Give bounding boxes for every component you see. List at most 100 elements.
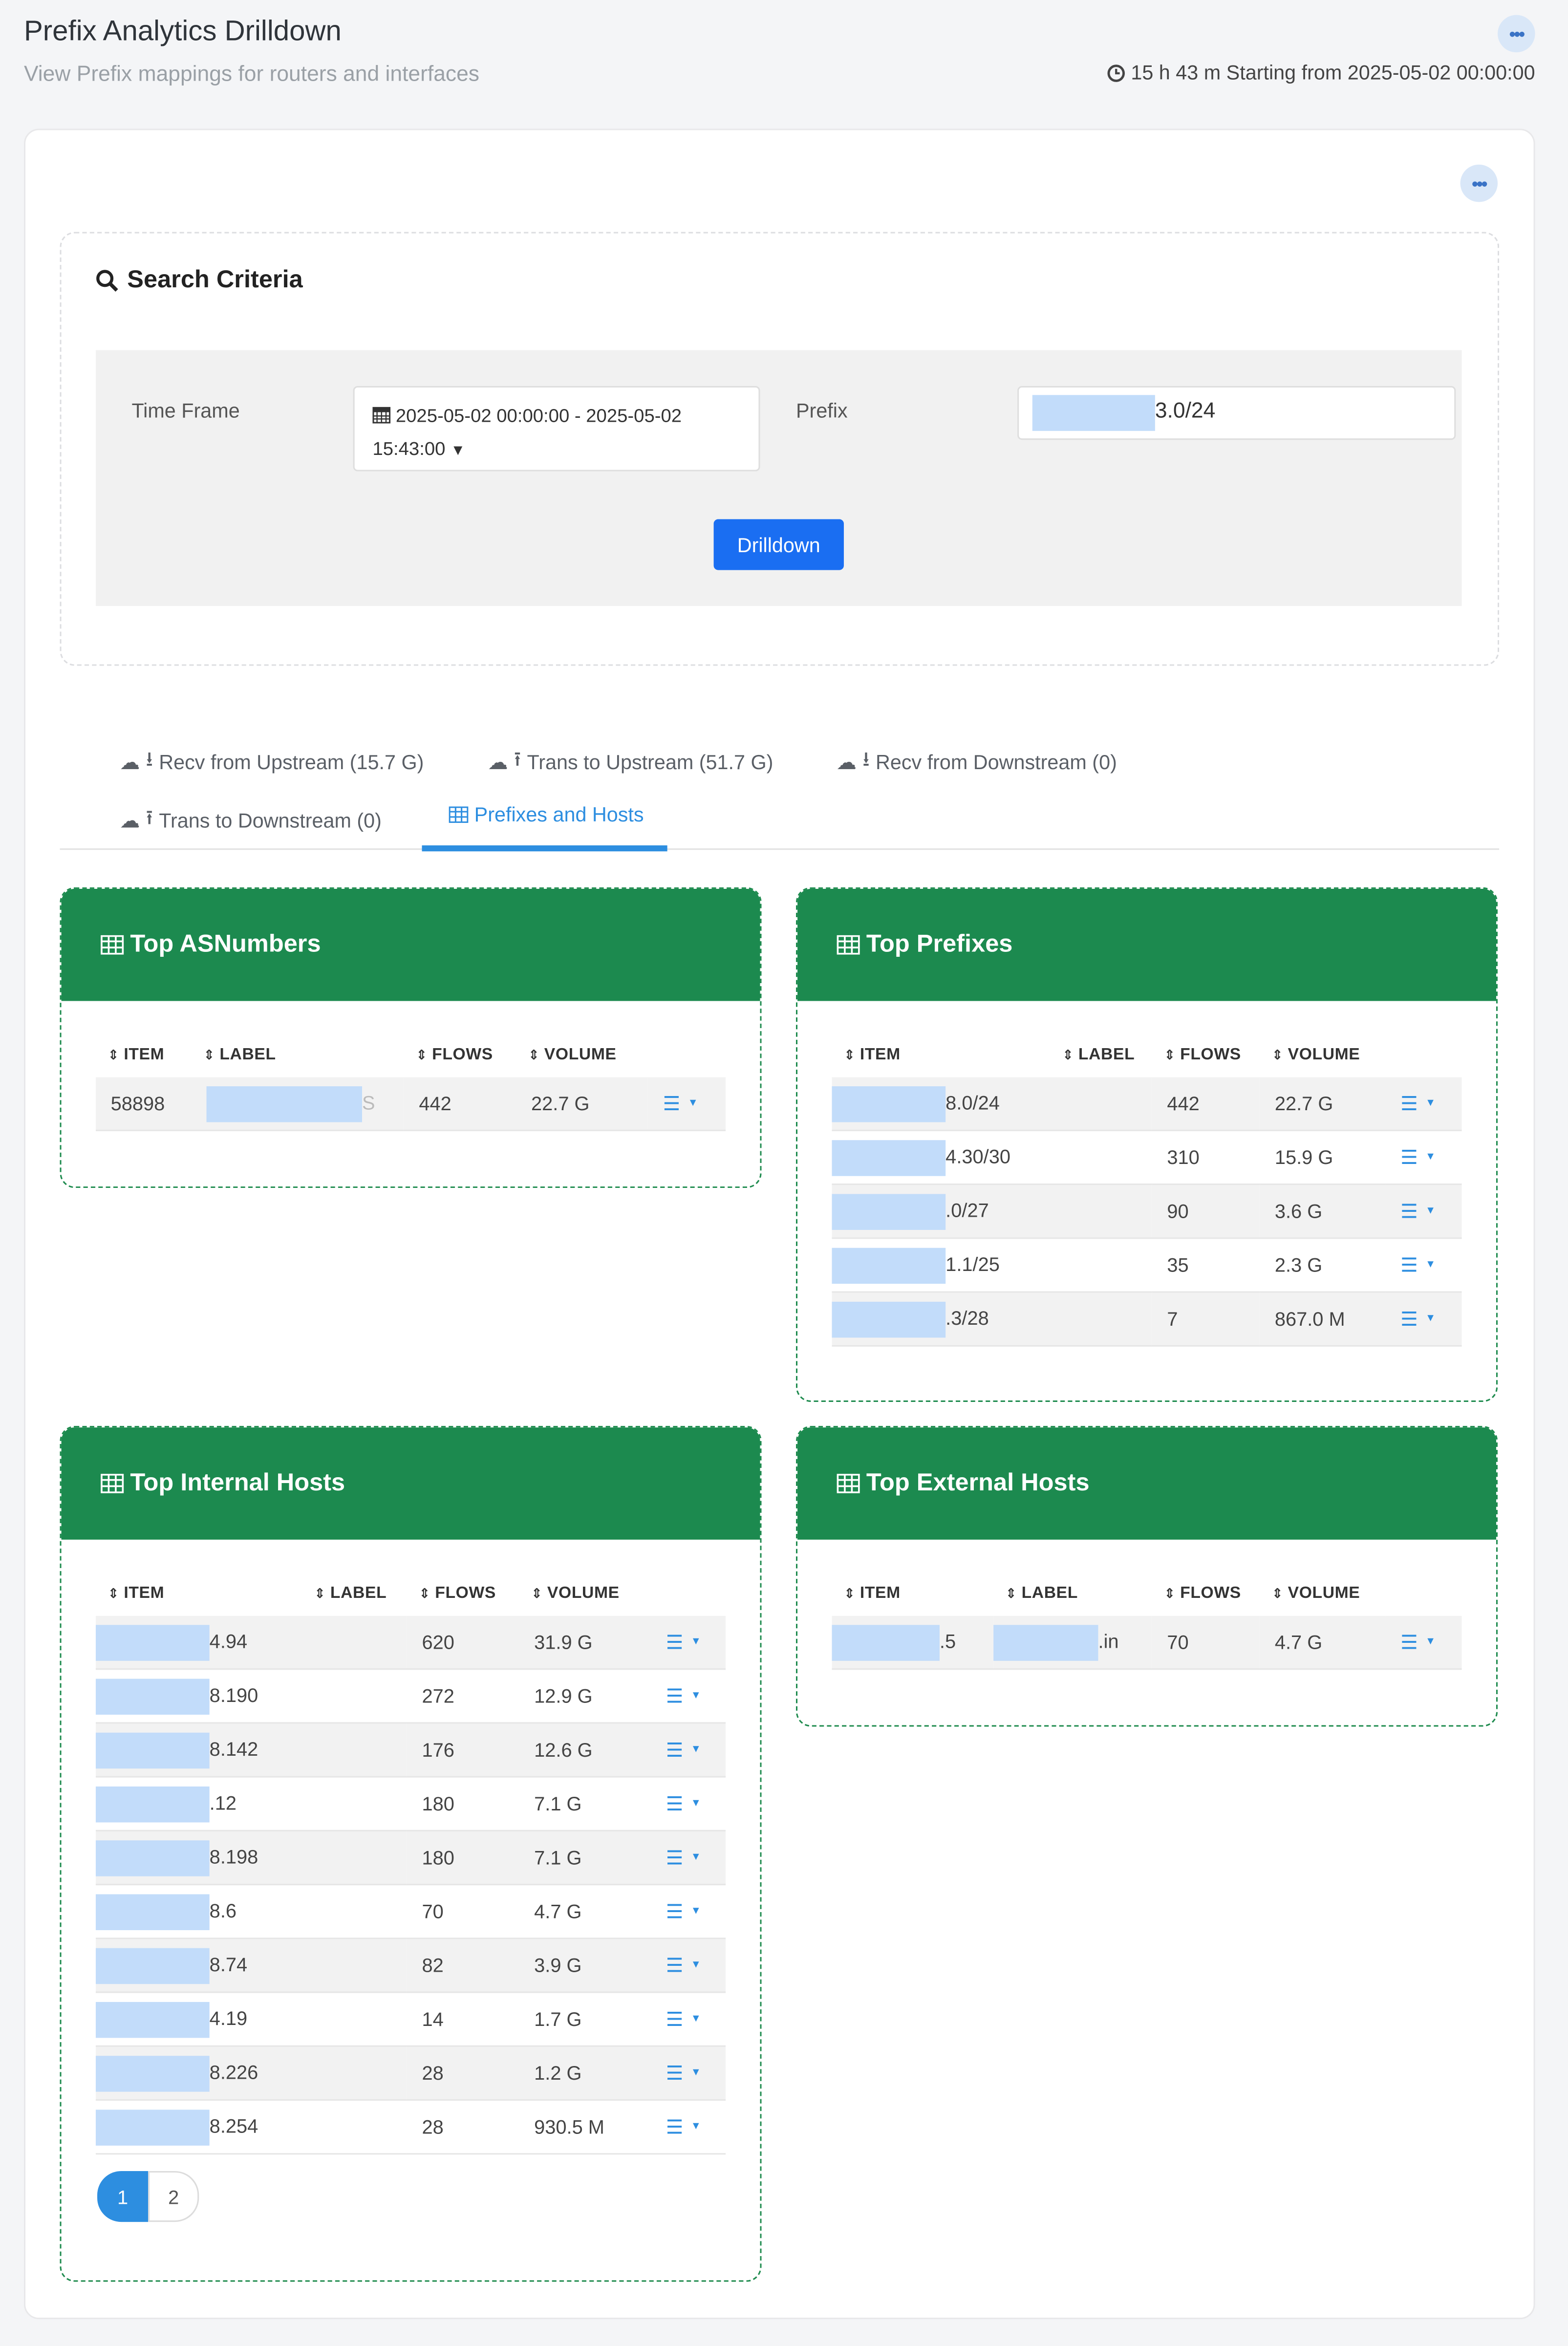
page-1-button[interactable]: 1 (97, 2171, 149, 2222)
internal-hosts-table: ⇕ ITEM ⇕ LABEL ⇕ FLOWS ⇕ VOLUME 4.94 620 31.9 … (95, 1571, 726, 2155)
column-header-label[interactable]: ⇕ LABEL (1051, 1033, 1152, 1077)
column-header-item[interactable]: ⇕ ITEM (832, 1033, 1050, 1077)
caret-down-icon: ▼ (1425, 1636, 1436, 1648)
sort-icon: ⇕ (531, 1586, 543, 1601)
redacted-block (832, 1085, 946, 1121)
cell-flows: 70 (407, 1884, 519, 1939)
prefix-input[interactable]: 3.0/24 (1017, 386, 1456, 440)
redacted-block (832, 1193, 946, 1229)
tab-recv-from-upstream[interactable]: ☁ ⭳ Recv from Upstream (15.7 G) (120, 745, 424, 779)
row-actions[interactable]: ☰ ▼ (1385, 1238, 1462, 1293)
table-row[interactable]: 8.226 28 1.2 G ☰ ▼ (95, 2046, 726, 2101)
page-2-button[interactable]: 2 (148, 2171, 199, 2222)
row-actions[interactable]: ☰ ▼ (1385, 1077, 1462, 1131)
column-header-label[interactable]: ⇕ LABEL (192, 1033, 404, 1077)
caret-down-icon: ▼ (1425, 1098, 1436, 1109)
sort-icon: ⇕ (203, 1047, 215, 1063)
row-actions[interactable]: ☰ ▼ (650, 2046, 726, 2101)
sort-icon: ⇕ (416, 1047, 428, 1063)
row-actions[interactable]: ☰ ▼ (647, 1077, 726, 1131)
column-header-item[interactable]: ⇕ ITEM (96, 1571, 302, 1616)
row-actions[interactable]: ☰ ▼ (1385, 1292, 1462, 1347)
prefixes-table: ⇕ ITEM ⇕ LABEL ⇕ FLOWS ⇕ VOLUME 8.0/24 442 22.… (832, 1033, 1462, 1347)
table-row[interactable]: 4.30/30 310 15.9 G ☰ ▼ (832, 1130, 1462, 1185)
cell-item: 4.30/30 (832, 1130, 1051, 1185)
table-row[interactable]: 8.0/24 442 22.7 G ☰ ▼ (832, 1077, 1462, 1131)
table-row[interactable]: 8.6 70 4.7 G ☰ ▼ (95, 1884, 726, 1939)
row-actions[interactable]: ☰ ▼ (650, 2100, 726, 2155)
row-actions[interactable]: ☰ ▼ (650, 1830, 726, 1886)
sort-icon: ⇕ (1271, 1586, 1284, 1601)
row-actions[interactable]: ☰ ▼ (650, 1992, 726, 2047)
table-row[interactable]: 8.74 82 3.9 G ☰ ▼ (95, 1938, 726, 1993)
redacted-block (832, 1247, 946, 1283)
tab-trans-to-upstream[interactable]: ☁ ⭱ Trans to Upstream (51.7 G) (488, 745, 773, 779)
time-frame-picker[interactable]: 2025-05-02 00:00:00 - 2025-05-02 15:43:0… (353, 386, 760, 472)
time-frame-label: Time Frame (131, 399, 240, 422)
panel-title: Top ASNumbers (130, 930, 321, 958)
table-row[interactable]: 4.94 620 31.9 G ☰ ▼ (95, 1615, 726, 1670)
row-actions[interactable]: ☰ ▼ (650, 1884, 726, 1939)
redacted-block (832, 1301, 946, 1337)
table-row[interactable]: 58898 S 442 22.7 G ☰ ▼ (95, 1077, 726, 1131)
column-header-flows[interactable]: ⇕ FLOWS (404, 1033, 516, 1077)
row-actions[interactable]: ☰ ▼ (650, 1938, 726, 1993)
panel-header: Top ASNumbers (61, 888, 760, 1001)
sort-icon: ⇕ (1062, 1047, 1074, 1063)
cell-flows: 272 (407, 1669, 519, 1724)
table-row[interactable]: .0/27 90 3.6 G ☰ ▼ (832, 1184, 1462, 1239)
column-header-volume[interactable]: ⇕ VOLUME (519, 1571, 651, 1616)
column-header-volume[interactable]: ⇕ VOLUME (1260, 1033, 1385, 1077)
cell-flows: 14 (407, 1992, 519, 2047)
tab-prefixes-and-hosts[interactable]: Prefixes and Hosts (449, 803, 644, 826)
table-icon (449, 806, 469, 823)
cell-volume: 3.9 G (519, 1938, 651, 1993)
caret-down-icon: ▼ (690, 1960, 701, 1971)
sort-icon: ⇕ (1164, 1586, 1176, 1601)
column-header-item[interactable]: ⇕ ITEM (96, 1033, 192, 1077)
drilldown-button[interactable]: Drilldown (713, 519, 844, 570)
menu-icon: ☰ (666, 1791, 684, 1814)
column-header-volume[interactable]: ⇕ VOLUME (1260, 1571, 1385, 1616)
table-row[interactable]: 4.19 14 1.7 G ☰ ▼ (95, 1992, 726, 2047)
table-row[interactable]: 8.198 180 7.1 G ☰ ▼ (95, 1830, 726, 1886)
cell-item: .3/28 (832, 1292, 1051, 1347)
menu-icon: ☰ (666, 1845, 684, 1868)
column-header-label[interactable]: ⇕ LABEL (302, 1571, 407, 1616)
row-actions[interactable]: ☰ ▼ (1385, 1130, 1462, 1185)
tab-trans-to-downstream[interactable]: ☁ ⭱ Trans to Downstream (0) (120, 803, 382, 838)
table-row[interactable]: .5 .in 70 4.7 G ☰ ▼ (832, 1615, 1462, 1670)
row-actions[interactable]: ☰ ▼ (650, 1722, 726, 1778)
cell-item: 8.142 (95, 1722, 302, 1778)
tab-recv-from-downstream[interactable]: ☁ ⭳ Recv from Downstream (0) (837, 745, 1117, 779)
caret-down-icon: ▼ (690, 1798, 701, 1809)
cell-label (302, 1992, 407, 2047)
table-row[interactable]: .12 180 7.1 G ☰ ▼ (95, 1777, 726, 1831)
redacted-block (95, 1839, 210, 1876)
column-header-volume[interactable]: ⇕ VOLUME (516, 1033, 647, 1077)
row-actions[interactable]: ☰ ▼ (1385, 1184, 1462, 1239)
cloud-icon: ☁ (836, 750, 857, 773)
table-row[interactable]: 1.1/25 35 2.3 G ☰ ▼ (832, 1238, 1462, 1293)
menu-icon: ☰ (1400, 1307, 1418, 1330)
card-options-button[interactable]: ••• (1460, 164, 1498, 202)
cell-volume: 4.7 G (1260, 1615, 1386, 1670)
column-header-flows[interactable]: ⇕ FLOWS (407, 1571, 519, 1616)
row-actions[interactable]: ☰ ▼ (650, 1777, 726, 1831)
table-row[interactable]: 8.254 28 930.5 M ☰ ▼ (95, 2100, 726, 2155)
redacted-block (95, 1624, 210, 1660)
table-row[interactable]: 8.142 176 12.6 G ☰ ▼ (95, 1722, 726, 1778)
column-header-flows[interactable]: ⇕ FLOWS (1152, 1571, 1260, 1616)
column-header-item[interactable]: ⇕ ITEM (832, 1571, 993, 1616)
panel-header: Top Internal Hosts (61, 1427, 760, 1540)
row-actions[interactable]: ☰ ▼ (1385, 1615, 1462, 1670)
row-actions[interactable]: ☰ ▼ (650, 1669, 726, 1724)
cell-flows: 7 (1152, 1292, 1260, 1347)
table-row[interactable]: .3/28 7 867.0 M ☰ ▼ (832, 1292, 1462, 1347)
column-header-flows[interactable]: ⇕ FLOWS (1152, 1033, 1260, 1077)
row-actions[interactable]: ☰ ▼ (650, 1615, 726, 1670)
column-header-label[interactable]: ⇕ LABEL (993, 1571, 1152, 1616)
cell-label (302, 2100, 407, 2155)
table-row[interactable]: 8.190 272 12.9 G ☰ ▼ (95, 1669, 726, 1724)
page-options-button[interactable]: ••• (1498, 15, 1535, 53)
